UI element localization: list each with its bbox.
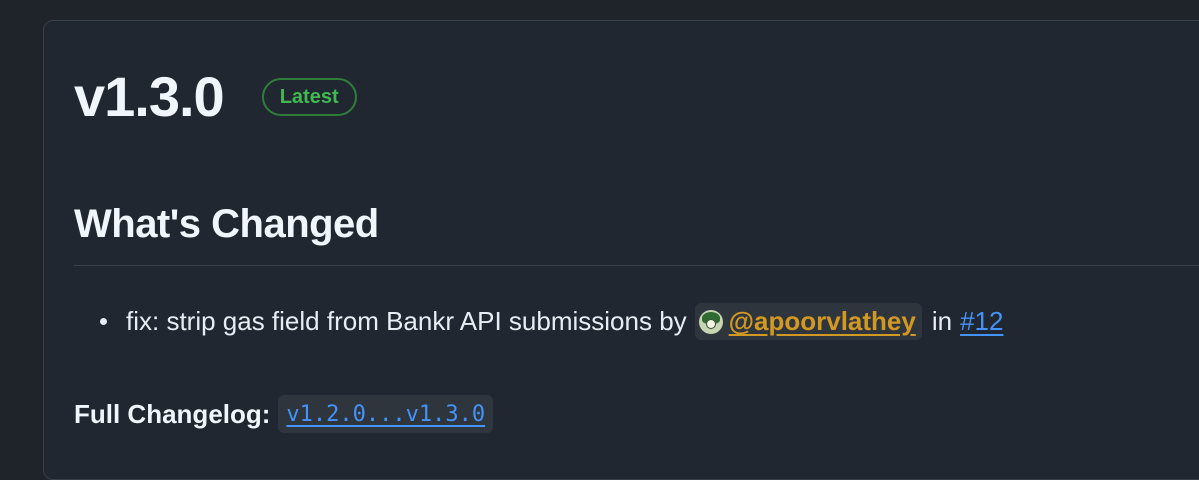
release-title: v1.3.0	[74, 65, 225, 128]
author-mention[interactable]: @apoorvlathey	[694, 303, 922, 340]
full-changelog: Full Changelog: v1.2.0...v1.3.0	[74, 395, 494, 433]
release-card: v1.3.0 Latest What's Changed fix: strip …	[43, 20, 1199, 480]
heading-divider	[74, 265, 1199, 266]
latest-badge: Latest	[261, 78, 357, 116]
in-label: in	[931, 306, 953, 336]
compare-chip[interactable]: v1.2.0...v1.3.0	[278, 395, 494, 433]
change-description: fix: strip gas field from Bankr API subm…	[126, 306, 687, 336]
whats-changed-heading: What's Changed	[74, 202, 379, 246]
change-list: fix: strip gas field from Bankr API subm…	[100, 303, 1003, 340]
full-changelog-label: Full Changelog:	[74, 398, 271, 429]
bullet-icon	[100, 318, 107, 325]
author-link[interactable]: @apoorvlathey	[729, 306, 916, 337]
change-item: fix: strip gas field from Bankr API subm…	[100, 303, 1003, 340]
release-header: v1.3.0 Latest	[74, 69, 357, 125]
avatar	[698, 309, 723, 334]
compare-link[interactable]: v1.2.0...v1.3.0	[286, 402, 485, 427]
pull-request-link[interactable]: #12	[960, 306, 1003, 337]
